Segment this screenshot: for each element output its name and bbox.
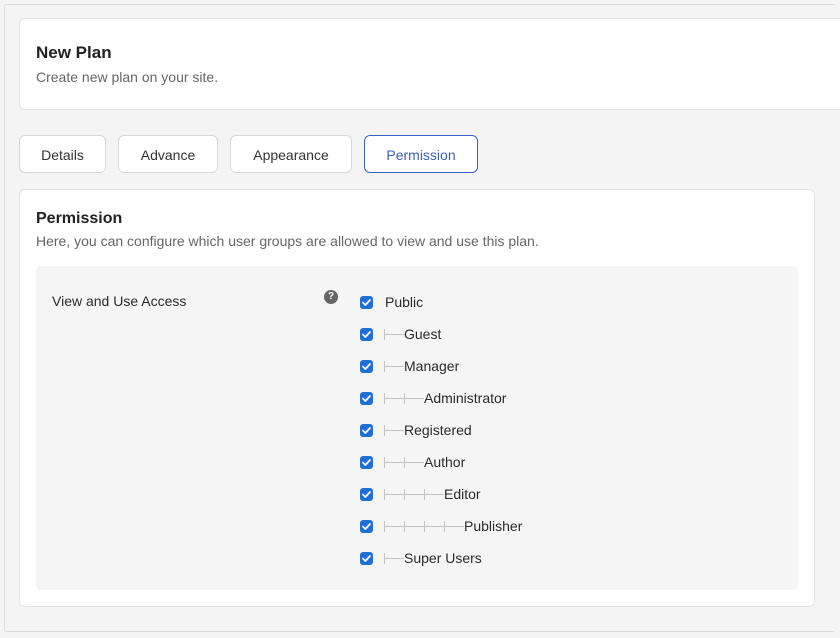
question-circle-icon[interactable]: ?	[324, 290, 338, 304]
checkbox-checked-icon[interactable]	[360, 456, 373, 469]
tree-tick	[384, 553, 385, 564]
checkbox-checked-icon[interactable]	[360, 552, 373, 565]
tree-tick	[384, 521, 385, 532]
checkbox-checked-icon[interactable]	[360, 360, 373, 373]
user-group-label: Editor	[444, 486, 481, 502]
tree-tick	[384, 489, 385, 500]
view-use-access-field: View and Use Access ? Public Guest Manager…	[36, 266, 798, 590]
panel-description: Here, you can configure which user group…	[36, 233, 539, 249]
checkbox-checked-icon[interactable]	[360, 488, 373, 501]
tree-tick	[424, 521, 425, 532]
checkbox-checked-icon[interactable]	[360, 296, 373, 309]
checkbox-checked-icon[interactable]	[360, 424, 373, 437]
page-header: New Plan Create new plan on your site.	[19, 18, 840, 110]
tree-indent-line	[384, 430, 404, 431]
tree-indent-line	[384, 494, 444, 495]
user-group-label: Administrator	[424, 390, 507, 406]
checkbox-checked-icon[interactable]	[360, 392, 373, 405]
field-label: View and Use Access	[52, 293, 187, 309]
tree-tick	[404, 393, 405, 404]
tree-tick	[384, 329, 385, 340]
tree-tick	[424, 489, 425, 500]
tree-indent-line	[384, 366, 404, 367]
tree-indent-line	[384, 558, 404, 559]
user-group-label: Manager	[404, 358, 460, 374]
user-group-label: Super Users	[404, 550, 482, 566]
tab-advance[interactable]: Advance	[118, 135, 218, 173]
user-group-label: Author	[424, 454, 466, 470]
tree-tick	[384, 457, 385, 468]
checkbox-checked-icon[interactable]	[360, 328, 373, 341]
tab-appearance[interactable]: Appearance	[230, 135, 352, 173]
user-group-label: Guest	[404, 326, 442, 342]
tree-tick	[404, 457, 405, 468]
tree-tick	[384, 425, 385, 436]
checkbox-checked-icon[interactable]	[360, 520, 373, 533]
tree-tick	[444, 521, 445, 532]
panel-title: Permission	[36, 210, 123, 227]
tree-indent-line	[384, 334, 404, 335]
permission-panel: Permission Here, you can configure which…	[19, 189, 815, 607]
tab-details[interactable]: Details	[19, 135, 106, 173]
tree-tick	[384, 361, 385, 372]
page-title: New Plan	[36, 43, 112, 62]
tree-tick	[384, 393, 385, 404]
user-group-label: Registered	[404, 422, 472, 438]
tree-tick	[404, 489, 405, 500]
user-group-label: Public	[385, 294, 424, 310]
user-group-label: Publisher	[464, 518, 523, 534]
tab-permission[interactable]: Permission	[364, 135, 478, 173]
page-subtitle: Create new plan on your site.	[36, 69, 219, 85]
tree-tick	[404, 521, 405, 532]
